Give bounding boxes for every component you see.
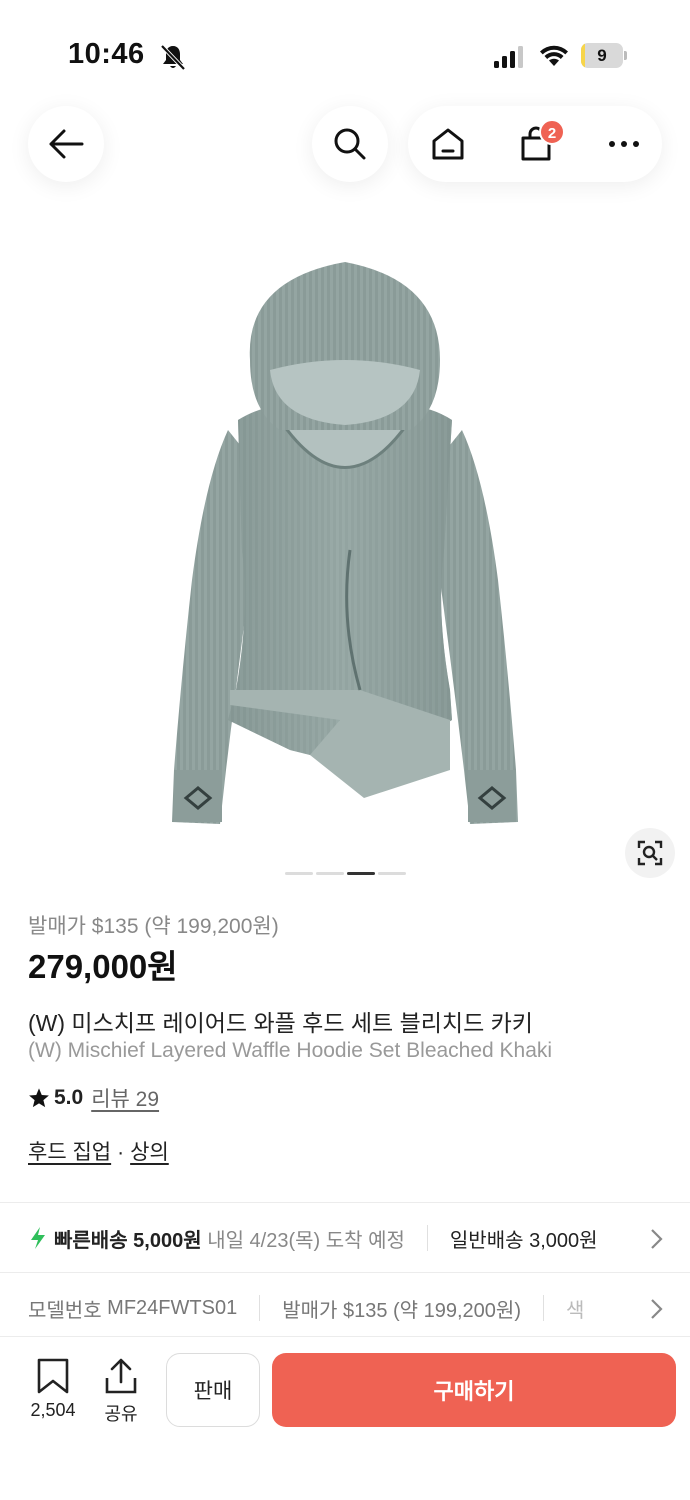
image-search-icon — [637, 840, 663, 866]
save-count: 2,504 — [30, 1400, 76, 1420]
divider — [0, 1336, 690, 1337]
current-price: 279,000원 — [28, 948, 178, 985]
buy-button[interactable]: 구매하기 — [272, 1353, 676, 1427]
divider — [0, 1272, 690, 1273]
product-name-english: (W) Mischief Layered Waffle Hoodie Set B… — [28, 1039, 553, 1062]
category-breadcrumb: 후드 집업 · 상의 — [28, 1136, 169, 1166]
battery-indicator: 9 — [581, 43, 627, 68]
gallery-indicator[interactable] — [378, 872, 406, 875]
home-button[interactable] — [410, 106, 486, 182]
rating-row: 5.0 리뷰 29 — [28, 1084, 159, 1112]
cart-button[interactable] — [498, 106, 574, 182]
fast-delivery-eta: 내일 4/23(목) 도착 예정 — [207, 1229, 405, 1252]
release-price-label: 발매가 — [282, 1299, 338, 1322]
nav-action-group: 2 — [408, 106, 662, 182]
gallery-indicator[interactable] — [285, 872, 313, 875]
normal-delivery-price: 3,000원 — [529, 1229, 598, 1252]
share-icon — [105, 1358, 137, 1394]
model-number-value: MF24FWTS01 — [107, 1296, 238, 1319]
rating-value: 5.0 — [54, 1086, 84, 1109]
category-link-hoodie-zip[interactable]: 후드 집업 — [28, 1141, 111, 1164]
release-price-value: $135 (약 199,200원) — [342, 1299, 521, 1322]
search-button[interactable] — [312, 106, 388, 182]
more-icon — [609, 141, 639, 147]
more-button[interactable] — [586, 106, 662, 182]
category-link-tops[interactable]: 상의 — [130, 1141, 169, 1164]
status-bar: 10:46 9 — [0, 0, 690, 100]
normal-delivery-label: 일반배송 — [449, 1229, 524, 1252]
color-label: 색 — [566, 1299, 585, 1322]
home-icon — [432, 128, 464, 160]
product-image[interactable] — [150, 250, 540, 850]
bookmark-icon — [37, 1358, 69, 1394]
fast-delivery-price: 5,000원 — [133, 1229, 202, 1252]
product-name-korean: (W) 미스치프 레이어드 와플 후드 세트 블리치드 카키 — [28, 1010, 533, 1036]
status-time: 10:46 — [68, 38, 145, 70]
cart-count-badge: 2 — [539, 119, 565, 145]
release-price: 발매가 $135 (약 199,200원) — [28, 915, 279, 938]
battery-level: 9 — [597, 46, 607, 65]
back-arrow-icon — [49, 129, 84, 159]
gallery-indicator-active[interactable] — [347, 872, 375, 875]
fast-delivery-label: 빠른배송 — [54, 1229, 128, 1252]
divider — [0, 1202, 690, 1203]
star-icon — [29, 1088, 49, 1108]
model-number-label: 모델번호 — [28, 1299, 102, 1322]
chevron-right-icon — [651, 1229, 663, 1249]
search-icon — [334, 128, 366, 160]
share-button[interactable]: 공유 — [96, 1358, 146, 1428]
bottom-action-bar: 2,504 공유 판매 구매하기 — [0, 1340, 690, 1500]
product-details-row[interactable]: 모델번호 MF24FWTS01 발매가 $135 (약 199,200원) 색 — [0, 1274, 690, 1342]
chevron-right-icon — [651, 1299, 663, 1319]
wifi-icon — [540, 45, 568, 66]
cellular-signal-icon — [494, 46, 523, 68]
lightning-icon — [31, 1227, 45, 1249]
image-search-button[interactable] — [625, 828, 675, 878]
back-button[interactable] — [28, 106, 104, 182]
share-label: 공유 — [104, 1404, 138, 1424]
delivery-options-row[interactable]: 빠른배송 5,000원 내일 4/23(목) 도착 예정 일반배송 3,000원 — [0, 1204, 690, 1272]
sell-button[interactable]: 판매 — [166, 1353, 260, 1427]
gallery-indicator[interactable] — [316, 872, 344, 875]
bell-slash-icon — [160, 44, 186, 71]
category-separator: · — [117, 1141, 125, 1164]
save-button[interactable]: 2,504 — [18, 1358, 88, 1428]
review-count-link[interactable]: 리뷰 29 — [91, 1083, 159, 1113]
